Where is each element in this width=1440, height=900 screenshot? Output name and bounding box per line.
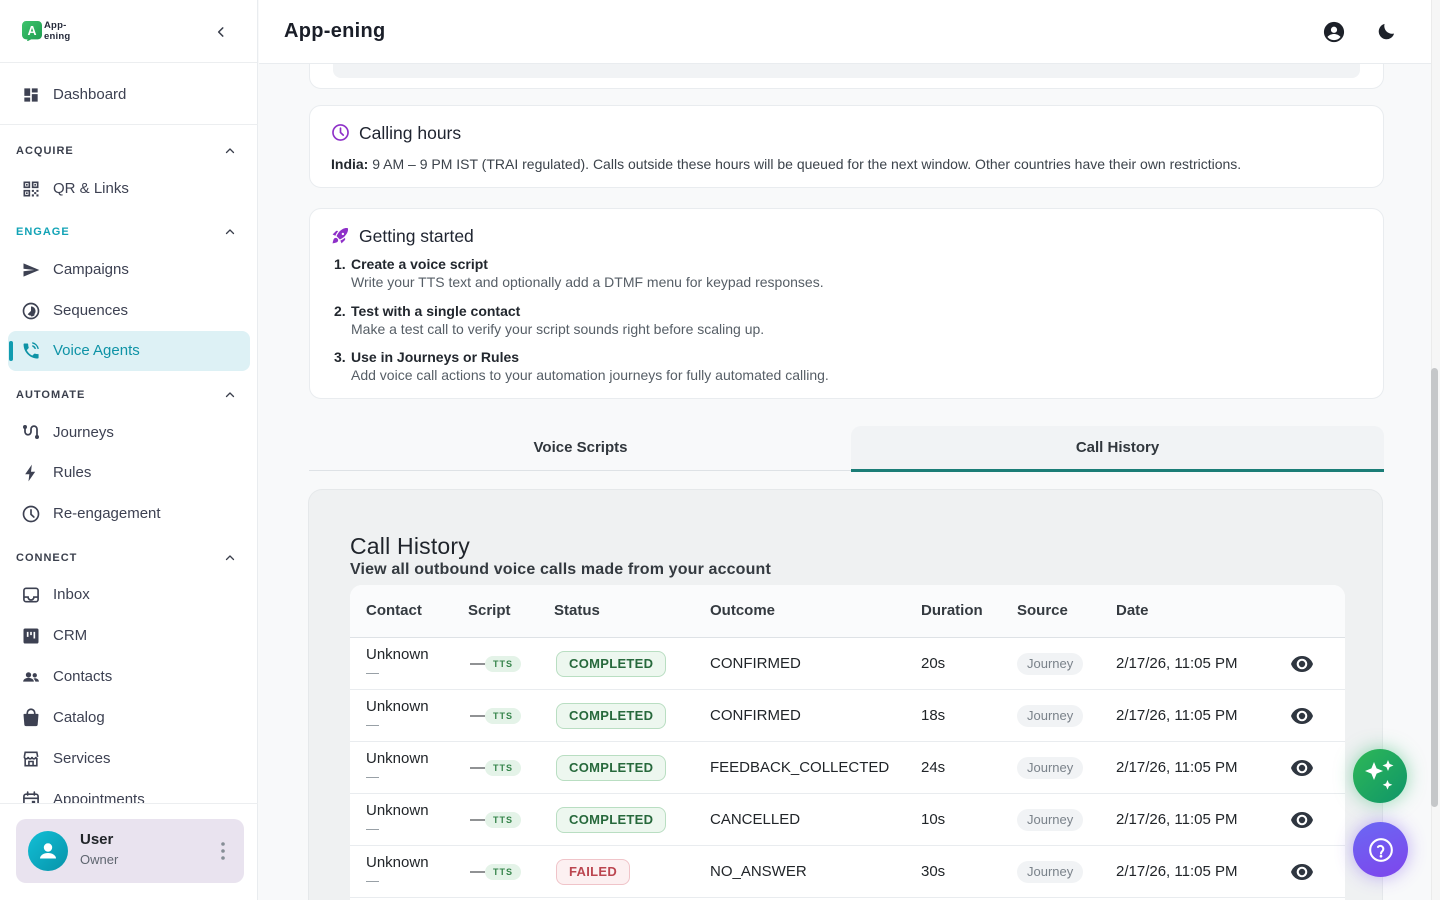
svg-text:A: A: [27, 24, 36, 38]
